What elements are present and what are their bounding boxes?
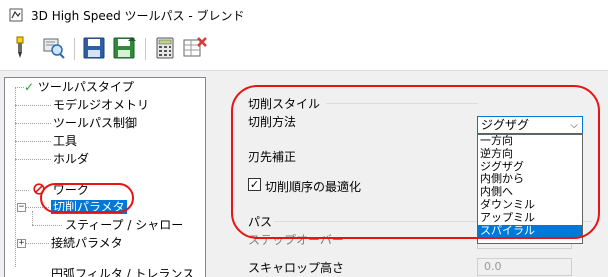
tree-connector — [15, 105, 51, 106]
toolbar-separator — [74, 38, 75, 60]
tree-connector — [32, 211, 33, 225]
tree-connector — [15, 123, 51, 124]
window-title: 3D High Speed ツールパス - ブレンド — [31, 9, 245, 23]
save-button[interactable] — [81, 36, 107, 62]
tree-connector — [15, 159, 51, 160]
toolbar-separator — [145, 38, 146, 60]
tree-connector — [32, 225, 62, 226]
collapse-icon[interactable]: − — [17, 203, 26, 212]
main-area: ✓ ツールパスタイプ モデルジオメトリ ツールパス制御 工具 ホルダ ワーク − — [0, 70, 608, 277]
calculator-button[interactable] — [152, 36, 178, 62]
tree-item-tool[interactable]: 工具 — [53, 132, 77, 150]
tree-connector — [15, 87, 16, 267]
tool-icon — [10, 36, 30, 63]
app-icon — [9, 8, 23, 22]
tree-item-link-parameters[interactable]: 接続パラメタ — [51, 234, 123, 252]
tree-item-holder[interactable]: ホルダ — [53, 150, 89, 168]
tree-item-label: ホルダ — [53, 152, 90, 166]
expand-icon[interactable]: + — [17, 239, 26, 248]
tree-connector — [15, 141, 51, 142]
calculator-icon — [156, 37, 174, 62]
tree-item-model-geometry[interactable]: モデルジオメトリ — [53, 96, 149, 114]
tool-preview-button[interactable] — [41, 36, 67, 62]
toolbar — [0, 30, 608, 70]
title-bar: 3D High Speed ツールパス - ブレンド — [0, 0, 608, 30]
check-icon: ✓ — [24, 80, 35, 94]
tree-connector — [15, 87, 24, 88]
save-as-icon — [113, 36, 137, 62]
scallop-height-label: スキャロップ高さ — [248, 261, 345, 275]
tree-item-label: ツールパスタイプ — [37, 80, 134, 94]
tree-item-steep-shallow[interactable]: スティープ / シャロー — [65, 216, 183, 234]
tree-connector — [15, 190, 29, 191]
delete-table-button[interactable] — [182, 36, 208, 62]
tree-item-label: スティープ / シャロー — [65, 218, 184, 232]
annotation-oval — [40, 183, 134, 213]
tree-item-label: ツールパス制御 — [53, 116, 138, 130]
tree-item-arc-filter-tolerance[interactable]: 円弧フィルタ / トレランス — [51, 265, 194, 277]
tree-item-toolpath-control[interactable]: ツールパス制御 — [53, 114, 137, 132]
tool-button[interactable] — [7, 36, 33, 62]
delete-table-icon — [183, 36, 207, 62]
annotation-oval — [231, 85, 600, 239]
tree-item-label: 接続パラメタ — [51, 236, 123, 250]
settings-tree[interactable]: ✓ ツールパスタイプ モデルジオメトリ ツールパス制御 工具 ホルダ ワーク − — [4, 77, 206, 277]
save-icon — [83, 37, 105, 62]
tool-preview-icon — [42, 36, 66, 63]
scallop-height-input[interactable]: 0.0 — [477, 258, 572, 276]
tree-item-label: 工具 — [53, 134, 78, 148]
tree-item-label: モデルジオメトリ — [53, 98, 150, 112]
tree-item-label: 円弧フィルタ / トレランス — [51, 267, 195, 277]
tree-item-toolpath-type[interactable]: ✓ ツールパスタイプ — [24, 78, 134, 96]
pane-splitter[interactable] — [212, 71, 222, 277]
save-as-button[interactable] — [112, 36, 138, 62]
